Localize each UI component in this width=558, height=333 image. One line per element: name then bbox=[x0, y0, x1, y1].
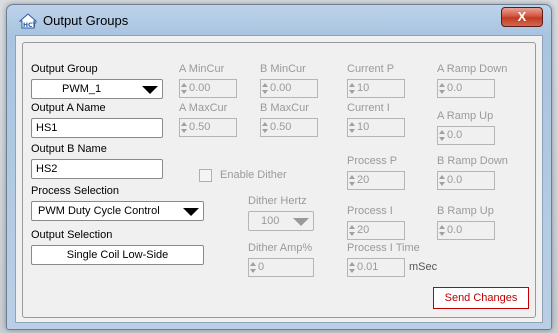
chevron-down-icon bbox=[183, 208, 199, 216]
process-i-time-unit: mSec bbox=[409, 261, 438, 273]
process-i-time-spinner[interactable]: 0.01 bbox=[347, 258, 405, 277]
spinner-arrows-icon[interactable] bbox=[349, 261, 355, 275]
b-mincur-spinner[interactable]: 0.00 bbox=[260, 79, 318, 98]
dither-amp-spinner[interactable]: 0 bbox=[248, 258, 314, 277]
window-title: Output Groups bbox=[43, 13, 129, 28]
output-group-value: PWM_1 bbox=[62, 83, 102, 95]
settings-panel: Output Group PWM_1 Output A Name HS1 Out… bbox=[22, 42, 536, 318]
enable-dither-label: Enable Dither bbox=[220, 169, 287, 181]
dither-amp-label: Dither Amp% bbox=[248, 242, 313, 254]
a-ramp-down-label: A Ramp Down bbox=[437, 63, 508, 75]
b-ramp-down-value: 0.0 bbox=[447, 174, 463, 186]
a-mincur-value: 0.00 bbox=[189, 82, 211, 94]
close-button[interactable]: X bbox=[501, 7, 543, 27]
process-selection-value: PWM Duty Cycle Control bbox=[38, 205, 160, 217]
process-p-value: 20 bbox=[357, 174, 370, 186]
b-ramp-up-value: 0.0 bbox=[447, 224, 463, 236]
output-selection-label: Output Selection bbox=[31, 229, 113, 241]
output-a-label: Output A Name bbox=[31, 102, 106, 114]
a-ramp-up-value: 0.0 bbox=[447, 129, 463, 141]
b-ramp-down-label: B Ramp Down bbox=[437, 155, 508, 167]
a-maxcur-value: 0.50 bbox=[189, 121, 211, 133]
spinner-arrows-icon[interactable] bbox=[349, 121, 355, 135]
b-maxcur-label: B MaxCur bbox=[260, 102, 309, 114]
output-group-dropdown[interactable]: PWM_1 bbox=[31, 79, 163, 99]
chevron-down-icon bbox=[293, 218, 309, 226]
a-ramp-up-spinner[interactable]: 0.0 bbox=[437, 126, 495, 145]
b-ramp-down-spinner[interactable]: 0.0 bbox=[437, 171, 495, 190]
process-selection-dropdown[interactable]: PWM Duty Cycle Control bbox=[31, 201, 204, 221]
spinner-arrows-icon[interactable] bbox=[439, 129, 445, 143]
dither-hertz-dropdown[interactable]: 100 bbox=[248, 211, 314, 231]
a-mincur-spinner[interactable]: 0.00 bbox=[179, 79, 237, 98]
app-logo-icon: HCT bbox=[19, 13, 37, 29]
process-p-label: Process P bbox=[347, 155, 398, 167]
process-i-label: Process I bbox=[347, 205, 393, 217]
b-maxcur-spinner[interactable]: 0.50 bbox=[260, 118, 318, 137]
spinner-arrows-icon[interactable] bbox=[349, 82, 355, 96]
spinner-arrows-icon[interactable] bbox=[349, 224, 355, 238]
a-ramp-down-value: 0.0 bbox=[447, 82, 463, 94]
dither-amp-value: 0 bbox=[258, 261, 265, 273]
output-group-label: Output Group bbox=[31, 63, 98, 75]
process-i-value: 20 bbox=[357, 224, 370, 236]
current-i-label: Current I bbox=[347, 102, 390, 114]
current-p-label: Current P bbox=[347, 63, 395, 75]
b-mincur-value: 0.00 bbox=[270, 82, 292, 94]
svg-text:HCT: HCT bbox=[23, 22, 37, 29]
process-p-spinner[interactable]: 20 bbox=[347, 171, 405, 190]
a-maxcur-spinner[interactable]: 0.50 bbox=[179, 118, 237, 137]
spinner-arrows-icon[interactable] bbox=[439, 224, 445, 238]
a-maxcur-label: A MaxCur bbox=[179, 102, 228, 114]
spinner-arrows-icon[interactable] bbox=[439, 174, 445, 188]
spinner-arrows-icon[interactable] bbox=[439, 82, 445, 96]
b-maxcur-value: 0.50 bbox=[270, 121, 292, 133]
process-i-spinner[interactable]: 20 bbox=[347, 221, 405, 240]
spinner-arrows-icon[interactable] bbox=[181, 121, 187, 135]
output-b-name-input[interactable]: HS2 bbox=[31, 159, 163, 179]
output-groups-window: HCT Output Groups X Output Group PWM_1 O… bbox=[6, 4, 552, 330]
a-mincur-label: A MinCur bbox=[179, 63, 225, 75]
spinner-arrows-icon[interactable] bbox=[262, 121, 268, 135]
output-selection-field[interactable]: Single Coil Low-Side bbox=[31, 245, 204, 265]
current-i-value: 10 bbox=[357, 121, 370, 133]
spinner-arrows-icon[interactable] bbox=[262, 82, 268, 96]
process-selection-label: Process Selection bbox=[31, 185, 120, 197]
a-ramp-down-spinner[interactable]: 0.0 bbox=[437, 79, 495, 98]
a-ramp-up-label: A Ramp Up bbox=[437, 110, 494, 122]
dither-hertz-label: Dither Hertz bbox=[248, 195, 307, 207]
window-client-area: Output Group PWM_1 Output A Name HS1 Out… bbox=[15, 35, 543, 323]
chevron-down-icon bbox=[142, 86, 158, 94]
b-ramp-up-label: B Ramp Up bbox=[437, 205, 494, 217]
b-mincur-label: B MinCur bbox=[260, 63, 306, 75]
spinner-arrows-icon[interactable] bbox=[181, 82, 187, 96]
current-p-value: 10 bbox=[357, 82, 370, 94]
spinner-arrows-icon[interactable] bbox=[250, 261, 256, 275]
output-b-label: Output B Name bbox=[31, 143, 107, 155]
send-changes-button[interactable]: Send Changes bbox=[433, 287, 529, 309]
b-ramp-up-spinner[interactable]: 0.0 bbox=[437, 221, 495, 240]
spinner-arrows-icon[interactable] bbox=[349, 174, 355, 188]
enable-dither-checkbox[interactable] bbox=[199, 169, 212, 182]
title-bar[interactable]: HCT Output Groups X bbox=[7, 5, 551, 35]
dither-hertz-value: 100 bbox=[261, 215, 280, 227]
output-a-name-input[interactable]: HS1 bbox=[31, 118, 163, 138]
process-i-time-label: Process I Time bbox=[347, 242, 420, 254]
current-p-spinner[interactable]: 10 bbox=[347, 79, 405, 98]
process-i-time-value: 0.01 bbox=[357, 261, 379, 273]
current-i-spinner[interactable]: 10 bbox=[347, 118, 405, 137]
